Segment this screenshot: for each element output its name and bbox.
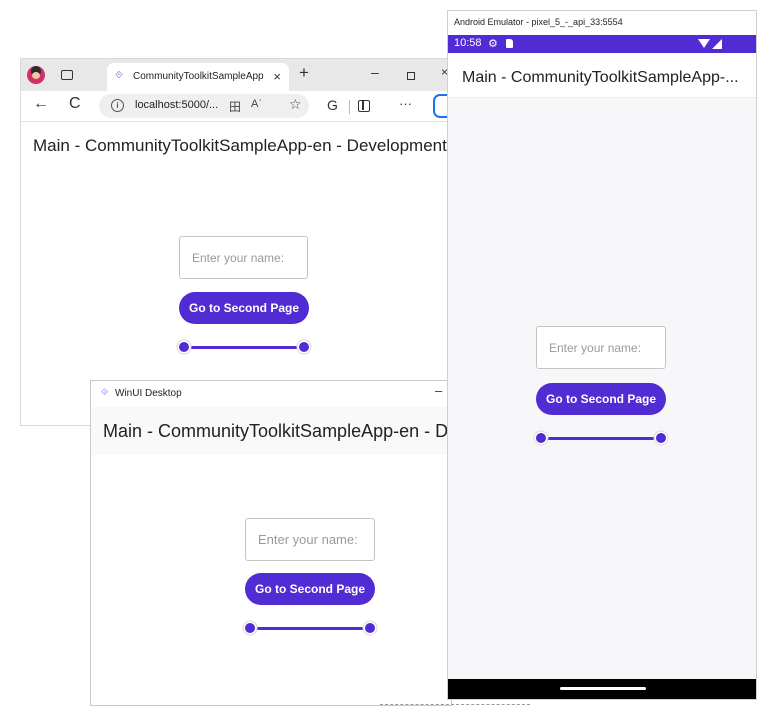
slider-upper-thumb[interactable] — [299, 342, 309, 352]
address-text: localhost:5000/... — [135, 99, 219, 111]
emulator-title: Android Emulator - pixel_5_-_api_33:5554 — [454, 17, 623, 27]
page-title: Main - CommunityToolkitSampleApp-... — [462, 69, 739, 86]
extensions-icon[interactable]: G — [327, 97, 338, 113]
read-aloud-icon[interactable]: Aʾ — [251, 98, 262, 110]
wifi-icon — [698, 39, 710, 48]
range-slider[interactable] — [245, 622, 375, 634]
favorite-star-icon[interactable]: ☆ — [289, 96, 302, 113]
new-tab-icon[interactable]: + — [299, 63, 309, 83]
android-app-bar: Main - CommunityToolkitSampleApp-... — [448, 53, 756, 98]
name-input[interactable] — [537, 327, 665, 368]
android-status-bar: 10:58 ⚙ — [448, 35, 756, 53]
name-entry-container — [536, 326, 666, 369]
android-navigation-bar — [448, 679, 756, 699]
app-favicon-icon: ⟐ — [115, 70, 123, 81]
window-outline-dashes — [380, 704, 530, 705]
slider-track — [542, 437, 660, 440]
slider-upper-thumb[interactable] — [656, 433, 666, 443]
toolbar-divider — [349, 100, 350, 114]
info-icon[interactable]: i — [111, 99, 124, 112]
winui-page-content: Main - CommunityToolkitSampleApp-en - De… — [91, 407, 451, 705]
profile-avatar[interactable] — [27, 66, 45, 84]
browser-window: ⟐ CommunityToolkitSampleApp × + – × ← C … — [20, 58, 452, 426]
browser-toolbar: ← C i localhost:5000/... 田 Aʾ ☆ G ··· — [21, 91, 451, 122]
minimize-icon[interactable]: – — [371, 64, 379, 80]
range-slider[interactable] — [536, 432, 666, 444]
slider-lower-thumb[interactable] — [536, 433, 546, 443]
go-to-second-page-button[interactable]: Go to Second Page — [245, 573, 375, 605]
window-title: WinUI Desktop — [115, 388, 182, 399]
name-input[interactable] — [246, 519, 374, 560]
browser-tab[interactable]: ⟐ CommunityToolkitSampleApp × — [107, 63, 289, 91]
refresh-icon[interactable]: C — [69, 95, 81, 113]
browser-tab-bar: ⟐ CommunityToolkitSampleApp × + – × — [21, 59, 451, 91]
address-bar[interactable]: i localhost:5000/... 田 Aʾ ☆ — [99, 94, 309, 118]
slider-lower-thumb[interactable] — [179, 342, 189, 352]
settings-gear-icon: ⚙ — [488, 38, 498, 50]
split-screen-icon[interactable] — [358, 100, 370, 112]
winui-title-bar[interactable]: ⟐ WinUI Desktop – — [91, 381, 451, 407]
app-available-icon[interactable]: 田 — [229, 98, 241, 115]
go-to-second-page-button[interactable]: Go to Second Page — [179, 292, 309, 324]
winui-window: ⟐ WinUI Desktop – Main - CommunityToolki… — [90, 380, 452, 706]
slider-lower-thumb[interactable] — [245, 623, 255, 633]
android-emulator-window: Android Emulator - pixel_5_-_api_33:5554… — [447, 10, 757, 700]
home-gesture-handle[interactable] — [560, 687, 646, 690]
app-logo-icon: ⟐ — [101, 387, 109, 397]
name-entry-container — [179, 236, 308, 279]
slider-upper-thumb[interactable] — [365, 623, 375, 633]
minimize-icon[interactable]: – — [435, 383, 442, 398]
tab-close-icon[interactable]: × — [273, 69, 281, 84]
maximize-icon[interactable] — [407, 72, 415, 80]
back-arrow-icon[interactable]: ← — [33, 95, 49, 113]
navigation-header: Main - CommunityToolkitSampleApp-en - De… — [91, 407, 451, 455]
name-input[interactable] — [180, 237, 307, 278]
page-title: Main - CommunityToolkitSampleApp-en - De… — [103, 421, 452, 441]
tab-title: CommunityToolkitSampleApp — [133, 71, 264, 82]
sd-card-icon — [506, 39, 513, 48]
go-to-second-page-button[interactable]: Go to Second Page — [536, 383, 666, 415]
status-time: 10:58 — [454, 37, 482, 49]
slider-track — [251, 627, 369, 630]
range-slider[interactable] — [179, 341, 309, 353]
more-menu-icon[interactable]: ··· — [399, 96, 412, 111]
cell-signal-icon — [712, 39, 722, 49]
tab-actions-icon[interactable] — [61, 70, 73, 80]
name-entry-container — [245, 518, 375, 561]
page-title: Main - CommunityToolkitSampleApp-en - De… — [33, 136, 447, 155]
slider-track — [185, 346, 303, 349]
emulator-title-bar[interactable]: Android Emulator - pixel_5_-_api_33:5554 — [448, 11, 756, 35]
